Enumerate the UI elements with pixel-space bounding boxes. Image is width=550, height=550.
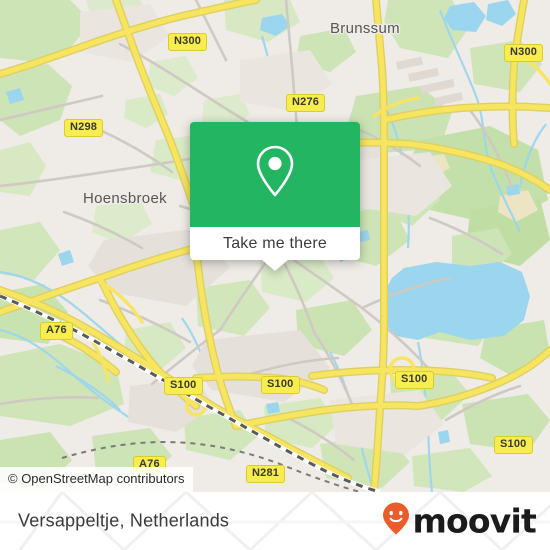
road-shield-a76-west: A76 [40,322,73,340]
location-title: Versappeltje, Netherlands [18,510,230,531]
road-shield-s100-c: S100 [395,371,434,389]
map-canvas[interactable]: Brunssum Hoensbroek N300 N300 N276 N298 … [0,0,550,492]
road-shield-s100-b: S100 [261,376,300,394]
moovit-map-screenshot: Brunssum Hoensbroek N300 N300 N276 N298 … [0,0,550,550]
road-shield-n281: N281 [246,465,286,483]
place-label: Brunssum [330,20,400,37]
road-shield-n300-ne: N300 [504,44,544,62]
road-shield-s100-d: S100 [494,436,533,454]
moovit-smiley-pin-icon [381,502,411,541]
moovit-wordmark: moovit [412,501,536,541]
map-callout-card[interactable]: Take me there [190,122,360,271]
callout-action-panel[interactable]: Take me there [190,227,360,271]
road-shield-s100-a: S100 [164,377,203,395]
road-shield-n300-nw: N300 [168,33,208,51]
callout-icon-panel [190,122,360,227]
map-pin-icon [252,143,298,206]
osm-attribution[interactable]: © OpenStreetMap contributors [0,467,193,492]
moovit-brand: moovit [381,501,537,541]
callout-tail [262,260,288,271]
bottom-info-bar: Versappeltje, Netherlands moovit [0,492,550,550]
road-shield-n276: N276 [286,94,326,112]
place-label: Hoensbroek [83,190,167,207]
road-shield-n298: N298 [64,119,104,137]
take-me-there-label: Take me there [223,234,327,252]
